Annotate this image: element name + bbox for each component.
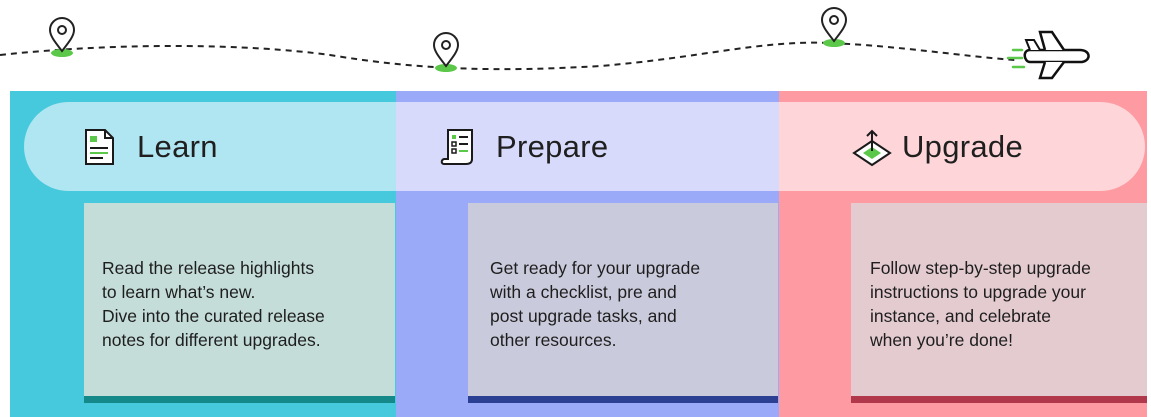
prepare-description-line: Get ready for your upgrade — [490, 258, 701, 278]
airplane-icon — [1006, 30, 1090, 80]
upgrade-description-line: instructions to upgrade your — [870, 282, 1086, 302]
learn-card: Read the release highlights to learn wha… — [84, 203, 395, 403]
learn-description-line: notes for different upgrades. — [102, 330, 321, 350]
step-prepare[interactable]: Prepare — [396, 102, 779, 191]
journey-path — [0, 7, 1090, 80]
steps-header: Learn Prepare Upgrade — [24, 102, 1145, 191]
prepare-card: Get ready for your upgrade with a checkl… — [468, 203, 778, 403]
learn-description-line: Dive into the curated release — [102, 306, 325, 326]
step-label-prepare: Prepare — [496, 128, 609, 164]
prepare-description-line: with a checklist, pre and — [490, 282, 677, 302]
map-pin-icon — [820, 7, 848, 47]
upgrade-description-line: Follow step-by-step upgrade — [870, 258, 1091, 278]
map-pin-icon — [48, 17, 76, 57]
prepare-description-line: other resources. — [490, 330, 617, 350]
step-upgrade[interactable]: Upgrade — [779, 102, 1145, 191]
learn-description-line: to learn what’s new. — [102, 282, 256, 302]
step-label-upgrade: Upgrade — [902, 128, 1024, 164]
upgrade-card: Follow step-by-step upgrade instructions… — [851, 203, 1147, 403]
document-icon — [85, 128, 114, 165]
upgrade-description-line: instance, and celebrate — [870, 306, 1051, 326]
learn-description-line: Read the release highlights — [102, 258, 315, 278]
map-pin-icon — [432, 32, 460, 72]
step-label-learn: Learn — [137, 128, 218, 164]
upgrade-description-line: when you’re done! — [870, 330, 1014, 350]
step-learn[interactable]: Learn — [24, 102, 396, 191]
upgrade-arrow-icon — [852, 129, 892, 166]
prepare-description-line: post upgrade tasks, and — [490, 306, 677, 326]
checklist-icon — [440, 128, 473, 165]
